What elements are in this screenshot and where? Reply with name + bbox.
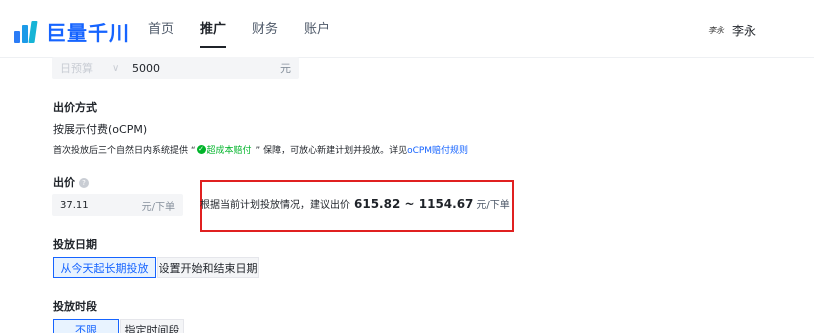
suggestion-low: 615.82 (354, 197, 401, 211)
schedule-title: 投放日期 (53, 238, 97, 251)
nav-account[interactable]: 账户 (304, 0, 330, 58)
budget-type-select[interactable]: 日预算 (52, 60, 112, 76)
shield-check-icon: ✓ (196, 145, 206, 154)
nav-home[interactable]: 首页 (148, 0, 174, 58)
notice-prefix: 首次投放后三个自然日内系统提供 “ (53, 146, 196, 156)
bid-title-text: 出价 (53, 176, 75, 189)
compensation-notice: 首次投放后三个自然日内系统提供 “ ✓ 超成本赔付 ” 保障，可放心新建计划并投… (53, 143, 468, 156)
top-header: 巨量千川 首页 推广 财务 账户 李永 李永 (0, 0, 814, 58)
budget-value[interactable]: 5000 (126, 62, 280, 75)
long-term-option-button[interactable]: 从今天起长期投放 (53, 257, 156, 278)
main-nav: 首页 推广 财务 账户 (148, 0, 356, 58)
bid-title: 出价? (53, 174, 89, 190)
suggestion-separator: ~ (404, 197, 415, 211)
avatar: 李永 (707, 26, 724, 35)
unlimited-time-button[interactable]: 不限 (53, 319, 119, 333)
suggestion-text: 根据当前计划投放情况，建议出价 (200, 200, 350, 211)
chevron-down-icon: ∨ (112, 62, 120, 74)
suggestion-unit: 元/下单 (476, 200, 510, 211)
nav-finance[interactable]: 财务 (252, 0, 278, 58)
suggestion-high: 1154.67 (418, 197, 474, 211)
custom-time-button[interactable]: 指定时间段 (120, 319, 184, 333)
bid-method-title: 出价方式 (53, 101, 97, 114)
suggestion-range: 615.82 ~ 1154.67 (354, 197, 473, 211)
logo-icon (12, 19, 42, 45)
compensation-rules-link[interactable]: oCPM赔付规则 (407, 143, 468, 156)
bid-method-value: 按展示付费(oCPM) (53, 123, 148, 136)
logo[interactable]: 巨量千川 (12, 17, 130, 46)
bid-input[interactable]: 37.11 元/下单 (52, 194, 183, 216)
logo-text: 巨量千川 (46, 21, 130, 45)
user-name: 李永 (731, 24, 756, 38)
custom-date-option-button[interactable]: 设置开始和结束日期 (157, 257, 259, 278)
help-icon[interactable]: ? (79, 178, 89, 188)
bid-unit: 元/下单 (141, 201, 175, 213)
budget-unit: 元 (280, 62, 291, 75)
bid-value[interactable]: 37.11 (52, 200, 142, 211)
user-menu[interactable]: 李永 李永 (708, 22, 756, 39)
notice-badge: 超成本赔付 (206, 146, 252, 156)
bid-suggestion: 根据当前计划投放情况，建议出价 615.82 ~ 1154.67 元/下单 (200, 196, 510, 211)
notice-suffix: ” 保障，可放心新建计划并投放。详见 (255, 146, 408, 156)
nav-promotion[interactable]: 推广 (200, 0, 227, 58)
budget-input[interactable]: 日预算 ∨ 5000 元 (52, 57, 299, 79)
time-slot-title: 投放时段 (53, 300, 97, 313)
